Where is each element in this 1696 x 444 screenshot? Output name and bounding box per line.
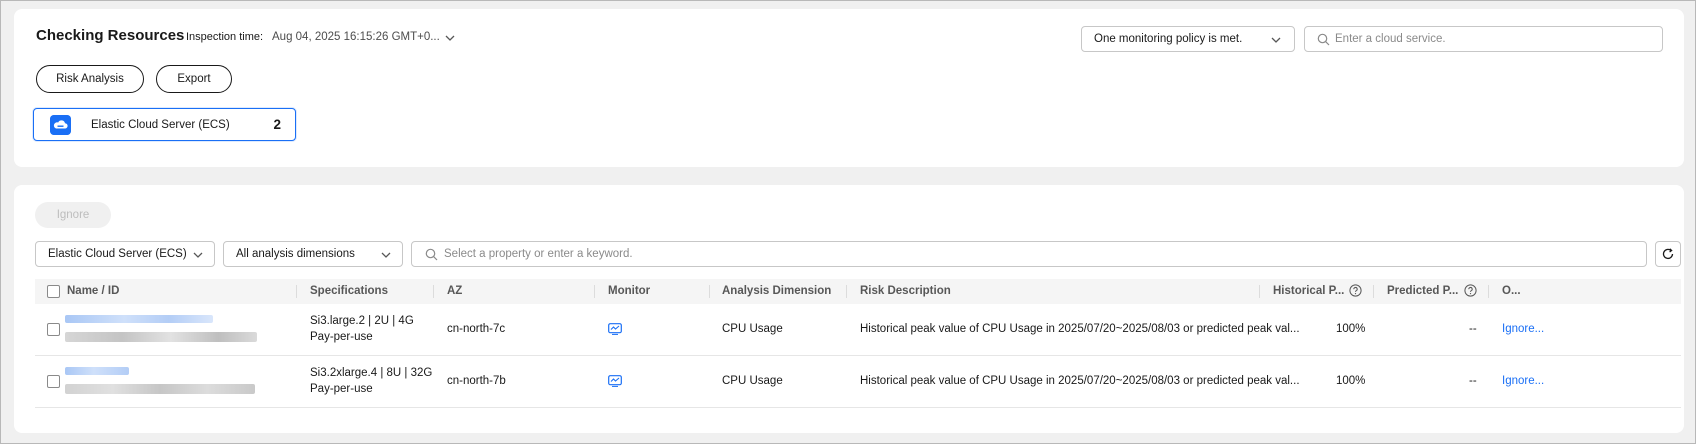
- column-az[interactable]: AZ: [447, 285, 462, 297]
- risk-description: Historical peak value of CPU Usage in 20…: [860, 323, 1300, 335]
- table-row: Si3.2xlarge.4 | 8U | 32G Pay-per-use cn-…: [35, 356, 1681, 408]
- search-icon: [425, 248, 438, 261]
- risk-description: Historical peak value of CPU Usage in 20…: [860, 375, 1300, 387]
- help-icon[interactable]: [1464, 284, 1477, 297]
- service-card-name: Elastic Cloud Server (ECS): [91, 119, 230, 131]
- column-divider[interactable]: [846, 285, 847, 298]
- column-monitor[interactable]: Monitor: [608, 285, 650, 297]
- select-all-checkbox[interactable]: [47, 285, 60, 298]
- keyword-search-input[interactable]: [444, 248, 1646, 260]
- dimension-filter-select[interactable]: All analysis dimensions: [223, 241, 403, 267]
- resource-name-link[interactable]: [65, 315, 213, 323]
- column-divider[interactable]: [1488, 285, 1489, 298]
- historical-peak-value: 100%: [1336, 323, 1366, 335]
- refresh-button[interactable]: [1655, 241, 1681, 267]
- column-risk-description[interactable]: Risk Description: [860, 285, 951, 297]
- refresh-icon: [1662, 248, 1674, 260]
- column-divider[interactable]: [296, 285, 297, 298]
- table-row: Si3.large.2 | 2U | 4G Pay-per-use cn-nor…: [35, 304, 1681, 356]
- chevron-down-icon: [1271, 37, 1281, 43]
- predicted-peak-value: --: [1469, 323, 1477, 335]
- service-card-ecs[interactable]: Elastic Cloud Server (ECS) 2: [33, 108, 296, 141]
- column-specifications[interactable]: Specifications: [310, 285, 388, 297]
- spec-value: Si3.large.2 | 2U | 4G: [310, 315, 414, 327]
- service-filter-value: Elastic Cloud Server (ECS): [48, 248, 187, 260]
- billing-mode: Pay-per-use: [310, 331, 373, 343]
- column-name[interactable]: Name / ID: [67, 285, 119, 297]
- az-value: cn-north-7b: [447, 375, 506, 387]
- monitor-chart-icon[interactable]: [608, 375, 622, 387]
- checking-resources-panel: Checking Resources Inspection time: Aug …: [14, 9, 1684, 167]
- spec-value: Si3.2xlarge.4 | 8U | 32G: [310, 367, 433, 379]
- keyword-search[interactable]: [411, 241, 1647, 267]
- row-checkbox[interactable]: [47, 323, 60, 336]
- chevron-down-icon[interactable]: [444, 32, 456, 44]
- resource-id: [65, 332, 257, 342]
- analysis-dimension: CPU Usage: [722, 323, 783, 335]
- dimension-filter-value: All analysis dimensions: [236, 248, 355, 260]
- predicted-peak-value: --: [1469, 375, 1477, 387]
- cloud-service-search[interactable]: [1304, 26, 1663, 52]
- column-divider[interactable]: [1373, 285, 1374, 298]
- column-analysis-dimension[interactable]: Analysis Dimension: [722, 285, 831, 297]
- column-divider[interactable]: [709, 285, 710, 298]
- app-frame: Checking Resources Inspection time: Aug …: [0, 0, 1696, 444]
- resource-id: [65, 384, 255, 394]
- ignore-button[interactable]: Ignore: [35, 202, 111, 228]
- monitoring-policy-select[interactable]: One monitoring policy is met.: [1081, 26, 1295, 52]
- chevron-down-icon: [381, 252, 391, 258]
- monitoring-policy-value: One monitoring policy is met.: [1094, 33, 1243, 45]
- export-button[interactable]: Export: [156, 65, 232, 93]
- resource-list-panel: Ignore Elastic Cloud Server (ECS) All an…: [14, 185, 1684, 433]
- help-icon[interactable]: [1349, 284, 1362, 297]
- billing-mode: Pay-per-use: [310, 383, 373, 395]
- column-operation[interactable]: O...: [1502, 285, 1521, 297]
- analysis-dimension: CPU Usage: [722, 375, 783, 387]
- chevron-down-icon: [193, 252, 203, 258]
- column-predicted-peak[interactable]: Predicted P...: [1387, 285, 1458, 297]
- inspection-time-label: Inspection time:: [186, 31, 264, 43]
- column-divider[interactable]: [433, 285, 434, 298]
- resource-name-link[interactable]: [65, 367, 129, 375]
- page-title: Checking Resources: [36, 27, 185, 44]
- row-checkbox[interactable]: [47, 375, 60, 388]
- column-historical-peak[interactable]: Historical P...: [1273, 285, 1344, 297]
- az-value: cn-north-7c: [447, 323, 506, 335]
- ignore-link[interactable]: Ignore...: [1502, 323, 1544, 335]
- table-header: Name / ID Specifications AZ Monitor Anal…: [35, 279, 1681, 304]
- inspection-time-value[interactable]: Aug 04, 2025 16:15:26 GMT+0...: [272, 31, 440, 43]
- risk-analysis-button[interactable]: Risk Analysis: [36, 65, 144, 93]
- column-divider[interactable]: [594, 285, 595, 298]
- ignore-link[interactable]: Ignore...: [1502, 375, 1544, 387]
- service-filter-select[interactable]: Elastic Cloud Server (ECS): [35, 241, 215, 267]
- search-icon: [1317, 33, 1330, 46]
- historical-peak-value: 100%: [1336, 375, 1366, 387]
- cloud-server-icon: [50, 115, 71, 135]
- monitor-chart-icon[interactable]: [608, 323, 622, 335]
- cloud-service-search-input[interactable]: [1335, 33, 1662, 45]
- service-card-count: 2: [273, 117, 281, 132]
- column-divider[interactable]: [1259, 285, 1260, 298]
